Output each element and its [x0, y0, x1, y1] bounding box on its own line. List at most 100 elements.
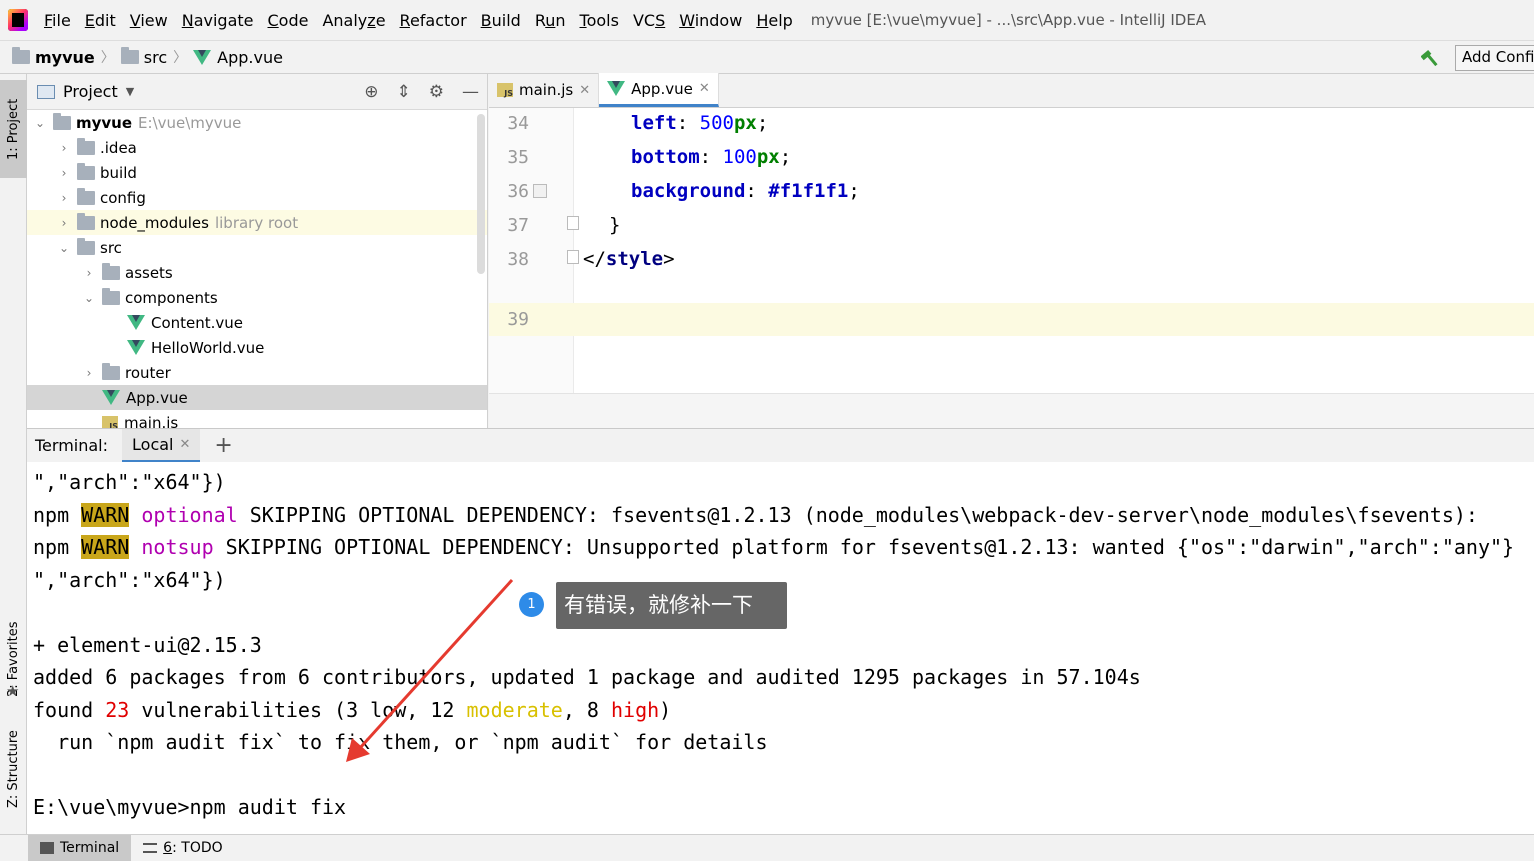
menu-item[interactable]: Window: [679, 11, 742, 30]
folder-icon: [53, 112, 71, 130]
todo-label: : TODO: [172, 840, 223, 856]
menu-item[interactable]: Code: [268, 11, 309, 30]
tree-item-label: assets: [125, 263, 173, 282]
code-area[interactable]: 34 left: 500px; 35 bottom: 100px; 36 bac…: [489, 108, 1534, 393]
close-icon[interactable]: ✕: [579, 83, 590, 98]
left-tool-strip: 1: Project 2: Favorites ★ Z: Structure: [0, 74, 27, 861]
folder-icon: [77, 162, 95, 180]
folder-icon: [102, 262, 120, 280]
warn-badge: WARN: [81, 503, 130, 527]
terminal-label: Terminal:: [35, 436, 109, 455]
tree-item[interactable]: › .idea: [27, 135, 487, 160]
menu-bar: File Edit View Navigate Code Analyze Refactor B…: [0, 0, 1534, 40]
menu-item[interactable]: Tools: [580, 11, 619, 30]
tree-item[interactable]: › router: [27, 360, 487, 385]
menu-item[interactable]: Build: [481, 11, 521, 30]
tree-item-hint: library root: [214, 213, 299, 232]
tab-app-vue[interactable]: App.vue ✕: [599, 73, 719, 107]
tree-item[interactable]: Content.vue: [27, 310, 487, 335]
collapse-all-icon[interactable]: ⇕: [397, 82, 411, 102]
chevron-down-icon[interactable]: ▼: [126, 85, 134, 98]
tree-item[interactable]: › build: [27, 160, 487, 185]
minimize-icon[interactable]: —: [462, 82, 479, 102]
terminal-output[interactable]: ","arch":"x64"}) npm WARN optional SKIPP…: [27, 462, 1534, 834]
chevron-right-icon[interactable]: ›: [57, 166, 71, 180]
folder-icon: [77, 237, 95, 255]
tree-item[interactable]: › node_modules library root: [27, 210, 487, 235]
warn-badge: WARN: [81, 535, 130, 559]
menu-items: File Edit View Navigate Code Analyze Refactor B…: [44, 11, 807, 30]
gear-icon[interactable]: ⚙: [429, 82, 444, 102]
terminal-tab-local[interactable]: Local ✕: [122, 428, 201, 463]
locate-icon[interactable]: ⊕: [364, 82, 378, 102]
tab-main-js[interactable]: JS main.js ✕: [489, 73, 600, 107]
project-folder-icon: [12, 47, 30, 64]
build-hammer-icon[interactable]: [1421, 48, 1441, 68]
project-panel-header: Project ▼ ⊕ ⇕ ⚙ —: [27, 74, 487, 110]
tree-item-label: config: [100, 188, 146, 207]
close-icon[interactable]: ✕: [179, 437, 190, 452]
code-line-current: 39: [489, 303, 1534, 336]
todo-tool-button[interactable]: 6: TODO: [131, 835, 234, 861]
breadcrumb-folder[interactable]: src: [120, 47, 167, 67]
terminal-line: found 23 vulnerabilities (3 low, 12 mode…: [33, 698, 672, 722]
color-swatch[interactable]: [533, 184, 547, 198]
chevron-right-icon[interactable]: ›: [57, 191, 71, 205]
chevron-down-icon[interactable]: ⌄: [33, 116, 47, 130]
vue-file-icon: [102, 390, 120, 405]
vuln-high: high: [611, 698, 660, 722]
css-property: bottom: [631, 146, 700, 168]
warn-kind: notsup: [141, 535, 214, 559]
tree-item-label: myvue: [76, 113, 133, 132]
chevron-down-icon[interactable]: ⌄: [82, 291, 96, 305]
editor-panel: JS main.js ✕ App.vue ✕ 34 left: 500px; 3…: [489, 73, 1534, 428]
menu-item[interactable]: Edit: [85, 11, 116, 30]
tree-item[interactable]: ⌄ components: [27, 285, 487, 310]
line-number: 34: [507, 112, 529, 134]
terminal-tool-button[interactable]: Terminal: [28, 834, 132, 861]
menu-item[interactable]: View: [130, 11, 168, 30]
menu-item[interactable]: File: [44, 11, 71, 30]
terminal-line: npm WARN optional SKIPPING OPTIONAL DEPE…: [33, 503, 1478, 527]
menu-item[interactable]: Refactor: [400, 11, 467, 30]
close-icon[interactable]: ✕: [699, 81, 710, 96]
chevron-right-icon: 〉: [173, 50, 188, 66]
add-configuration-button[interactable]: Add Configuration...: [1455, 45, 1534, 71]
tree-item[interactable]: › config: [27, 185, 487, 210]
tool-tab-structure[interactable]: Z: Structure: [0, 719, 27, 819]
chevron-right-icon[interactable]: ›: [57, 216, 71, 230]
folder-icon: [102, 362, 120, 380]
project-panel-title[interactable]: Project: [63, 82, 118, 101]
terminal-prompt-line: E:\vue\myvue>npm audit fix: [33, 795, 347, 819]
menu-item[interactable]: VCS: [633, 11, 665, 30]
terminal-line: run `npm audit fix` to fix them, or `npm…: [33, 730, 768, 754]
code-text: }: [609, 214, 621, 236]
tree-item[interactable]: HelloWorld.vue: [27, 335, 487, 360]
chevron-right-icon[interactable]: ›: [82, 266, 96, 280]
fold-marker-icon[interactable]: [567, 250, 579, 264]
tree-item[interactable]: App.vue: [27, 385, 487, 410]
menu-item[interactable]: Analyze: [322, 11, 385, 30]
fold-marker-icon[interactable]: [567, 216, 579, 230]
line-number: 39: [507, 309, 529, 330]
chevron-right-icon[interactable]: ›: [57, 141, 71, 155]
css-property: background: [631, 180, 746, 202]
project-scrollbar[interactable]: [477, 114, 485, 274]
star-icon: ★: [6, 682, 20, 700]
tree-item[interactable]: › assets: [27, 260, 487, 285]
new-terminal-plus-icon[interactable]: +: [214, 433, 232, 458]
chevron-down-icon[interactable]: ⌄: [57, 241, 71, 255]
breadcrumb-file[interactable]: App.vue: [193, 48, 283, 67]
menu-item[interactable]: Run: [535, 11, 566, 30]
menu-item[interactable]: Help: [756, 11, 792, 30]
menu-item[interactable]: Navigate: [182, 11, 254, 30]
code-line: 37 }: [489, 208, 1534, 242]
code-line: 34 left: 500px;: [489, 106, 1534, 140]
tree-item[interactable]: ⌄ src: [27, 235, 487, 260]
tree-item[interactable]: ⌄ myvue E:\vue\myvue: [27, 110, 487, 135]
breadcrumb-project[interactable]: myvue: [12, 47, 95, 67]
project-panel-tools: ⊕ ⇕ ⚙ —: [364, 82, 479, 102]
chevron-right-icon[interactable]: ›: [82, 366, 96, 380]
terminal-tool-label: Terminal: [60, 840, 120, 856]
tool-tab-project[interactable]: 1: Project: [0, 80, 27, 178]
